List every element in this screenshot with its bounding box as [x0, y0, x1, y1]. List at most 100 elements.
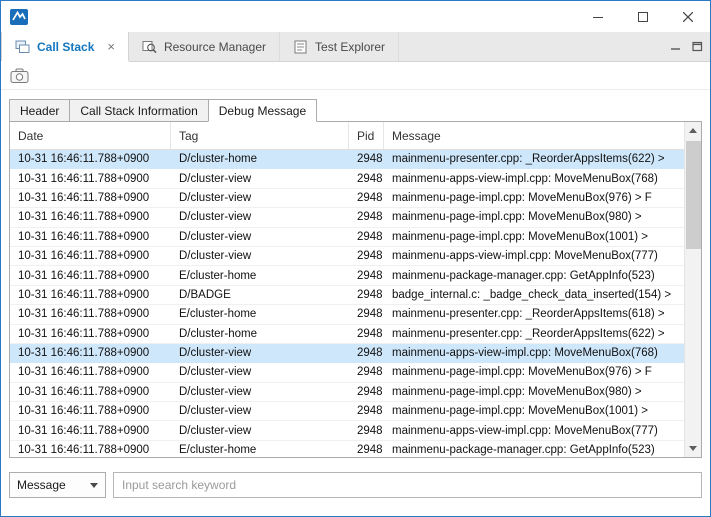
- cell-date: 10-31 16:46:11.788+0900: [10, 250, 171, 262]
- cell-pid: 2948: [349, 250, 384, 262]
- tab-label: Call Stack: [37, 40, 94, 54]
- tabstrip-spacer: [399, 32, 666, 61]
- cell-pid: 2948: [349, 366, 384, 378]
- message-filter-dropdown[interactable]: Message: [9, 472, 106, 498]
- subtab-label: Header: [20, 104, 59, 118]
- chevron-down-icon: [90, 483, 98, 488]
- subtab-call-stack-information[interactable]: Call Stack Information: [69, 99, 208, 122]
- close-icon[interactable]: ×: [107, 40, 115, 53]
- table-row[interactable]: 10-31 16:46:11.788+0900 D/BADGE 2948 bad…: [10, 286, 684, 305]
- filter-selected-value: Message: [17, 478, 90, 492]
- table-row[interactable]: 10-31 16:46:11.788+0900 E/cluster-home 2…: [10, 266, 684, 285]
- table-row[interactable]: 10-31 16:46:11.788+0900 D/cluster-view 2…: [10, 383, 684, 402]
- window-close-icon: [683, 12, 693, 22]
- cell-tag: E/cluster-home: [171, 444, 349, 456]
- window-minimize-icon: [593, 12, 603, 22]
- app-window: Call Stack × Resource Manager: [0, 0, 711, 517]
- cell-pid: 2948: [349, 192, 384, 204]
- subtab-debug-message[interactable]: Debug Message: [208, 99, 317, 122]
- table-row[interactable]: 10-31 16:46:11.788+0900 D/cluster-view 2…: [10, 402, 684, 421]
- titlebar: [1, 1, 710, 32]
- column-header-date[interactable]: Date: [10, 122, 171, 149]
- cell-date: 10-31 16:46:11.788+0900: [10, 366, 171, 378]
- tab-call-stack[interactable]: Call Stack ×: [1, 32, 129, 61]
- minimize-panel-button[interactable]: [666, 32, 684, 61]
- cell-message: mainmenu-presenter.cpp: _ReorderAppsItem…: [384, 328, 684, 340]
- scroll-down-button[interactable]: [685, 440, 701, 457]
- search-input[interactable]: [113, 472, 702, 498]
- cell-pid: 2948: [349, 386, 384, 398]
- cell-tag: E/cluster-home: [171, 308, 349, 320]
- table-row[interactable]: 10-31 16:46:11.788+0900 E/cluster-home 2…: [10, 441, 684, 457]
- table-row[interactable]: 10-31 16:46:11.788+0900 D/cluster-home 2…: [10, 325, 684, 344]
- cell-pid: 2948: [349, 153, 384, 165]
- cell-message: mainmenu-page-impl.cpp: MoveMenuBox(980)…: [384, 386, 684, 398]
- subtab-header[interactable]: Header: [9, 99, 70, 122]
- column-header-pid[interactable]: Pid: [349, 122, 384, 149]
- cell-date: 10-31 16:46:11.788+0900: [10, 386, 171, 398]
- cell-message: mainmenu-apps-view-impl.cpp: MoveMenuBox…: [384, 250, 684, 262]
- maximize-panel-icon: [692, 41, 703, 52]
- cell-tag: D/cluster-view: [171, 250, 349, 262]
- table-row[interactable]: 10-31 16:46:11.788+0900 D/cluster-view 2…: [10, 247, 684, 266]
- scroll-up-icon: [689, 128, 697, 133]
- scroll-down-icon: [689, 446, 697, 451]
- cell-message: mainmenu-apps-view-impl.cpp: MoveMenuBox…: [384, 347, 684, 359]
- subtab-label: Debug Message: [219, 104, 306, 118]
- table-row[interactable]: 10-31 16:46:11.788+0900 D/cluster-view 2…: [10, 189, 684, 208]
- tab-resource-manager[interactable]: Resource Manager: [129, 32, 280, 61]
- cell-message: mainmenu-package-manager.cpp: GetAppInfo…: [384, 270, 684, 282]
- cell-tag: D/cluster-view: [171, 231, 349, 243]
- cell-message: mainmenu-presenter.cpp: _ReorderAppsItem…: [384, 153, 684, 165]
- table-row[interactable]: 10-31 16:46:11.788+0900 E/cluster-home 2…: [10, 305, 684, 324]
- app-icon: [9, 7, 29, 27]
- table-row[interactable]: 10-31 16:46:11.788+0900 D/cluster-view 2…: [10, 169, 684, 188]
- tab-test-explorer[interactable]: Test Explorer: [280, 32, 399, 61]
- cell-message: badge_internal.c: _badge_check_data_inse…: [384, 289, 684, 301]
- scrollbar-thumb[interactable]: [686, 141, 701, 249]
- scroll-up-button[interactable]: [685, 122, 701, 139]
- cell-pid: 2948: [349, 289, 384, 301]
- cell-pid: 2948: [349, 444, 384, 456]
- column-header-message[interactable]: Message: [384, 122, 684, 149]
- subtabs: Header Call Stack Information Debug Mess…: [9, 99, 702, 122]
- cell-date: 10-31 16:46:11.788+0900: [10, 211, 171, 223]
- cell-date: 10-31 16:46:11.788+0900: [10, 192, 171, 204]
- cell-date: 10-31 16:46:11.788+0900: [10, 270, 171, 282]
- cell-date: 10-31 16:46:11.788+0900: [10, 231, 171, 243]
- table-row[interactable]: 10-31 16:46:11.788+0900 D/cluster-view 2…: [10, 363, 684, 382]
- column-header-tag[interactable]: Tag: [171, 122, 349, 149]
- vertical-scrollbar[interactable]: [684, 122, 701, 457]
- table-row[interactable]: 10-31 16:46:11.788+0900 D/cluster-view 2…: [10, 208, 684, 227]
- cell-tag: D/cluster-home: [171, 153, 349, 165]
- window-close-button[interactable]: [665, 1, 710, 32]
- cell-pid: 2948: [349, 231, 384, 243]
- call-stack-icon: [15, 40, 30, 54]
- cell-tag: D/cluster-view: [171, 347, 349, 359]
- cell-pid: 2948: [349, 173, 384, 185]
- table-row[interactable]: 10-31 16:46:11.788+0900 D/cluster-view 2…: [10, 228, 684, 247]
- cell-tag: D/BADGE: [171, 289, 349, 301]
- cell-date: 10-31 16:46:11.788+0900: [10, 328, 171, 340]
- tab-label: Test Explorer: [315, 40, 385, 54]
- window-minimize-button[interactable]: [575, 1, 620, 32]
- cell-tag: D/cluster-view: [171, 405, 349, 417]
- table-row[interactable]: 10-31 16:46:11.788+0900 D/cluster-view 2…: [10, 344, 684, 363]
- table-main: Date Tag Pid Message 10-31 16:46:11.788+…: [10, 122, 684, 457]
- test-explorer-icon: [293, 40, 308, 54]
- cell-date: 10-31 16:46:11.788+0900: [10, 347, 171, 359]
- capture-icon[interactable]: [10, 68, 29, 84]
- toolbar: [1, 62, 710, 90]
- table-row[interactable]: 10-31 16:46:11.788+0900 D/cluster-view 2…: [10, 421, 684, 440]
- cell-message: mainmenu-apps-view-impl.cpp: MoveMenuBox…: [384, 425, 684, 437]
- search-bar: Message: [9, 472, 702, 498]
- cell-pid: 2948: [349, 328, 384, 340]
- table-row[interactable]: 10-31 16:46:11.788+0900 D/cluster-home 2…: [10, 150, 684, 169]
- window-maximize-button[interactable]: [620, 1, 665, 32]
- table-header: Date Tag Pid Message: [10, 122, 684, 150]
- cell-date: 10-31 16:46:11.788+0900: [10, 425, 171, 437]
- cell-date: 10-31 16:46:11.788+0900: [10, 444, 171, 456]
- table-body: 10-31 16:46:11.788+0900 D/cluster-home 2…: [10, 150, 684, 457]
- cell-pid: 2948: [349, 347, 384, 359]
- maximize-panel-button[interactable]: [688, 32, 706, 61]
